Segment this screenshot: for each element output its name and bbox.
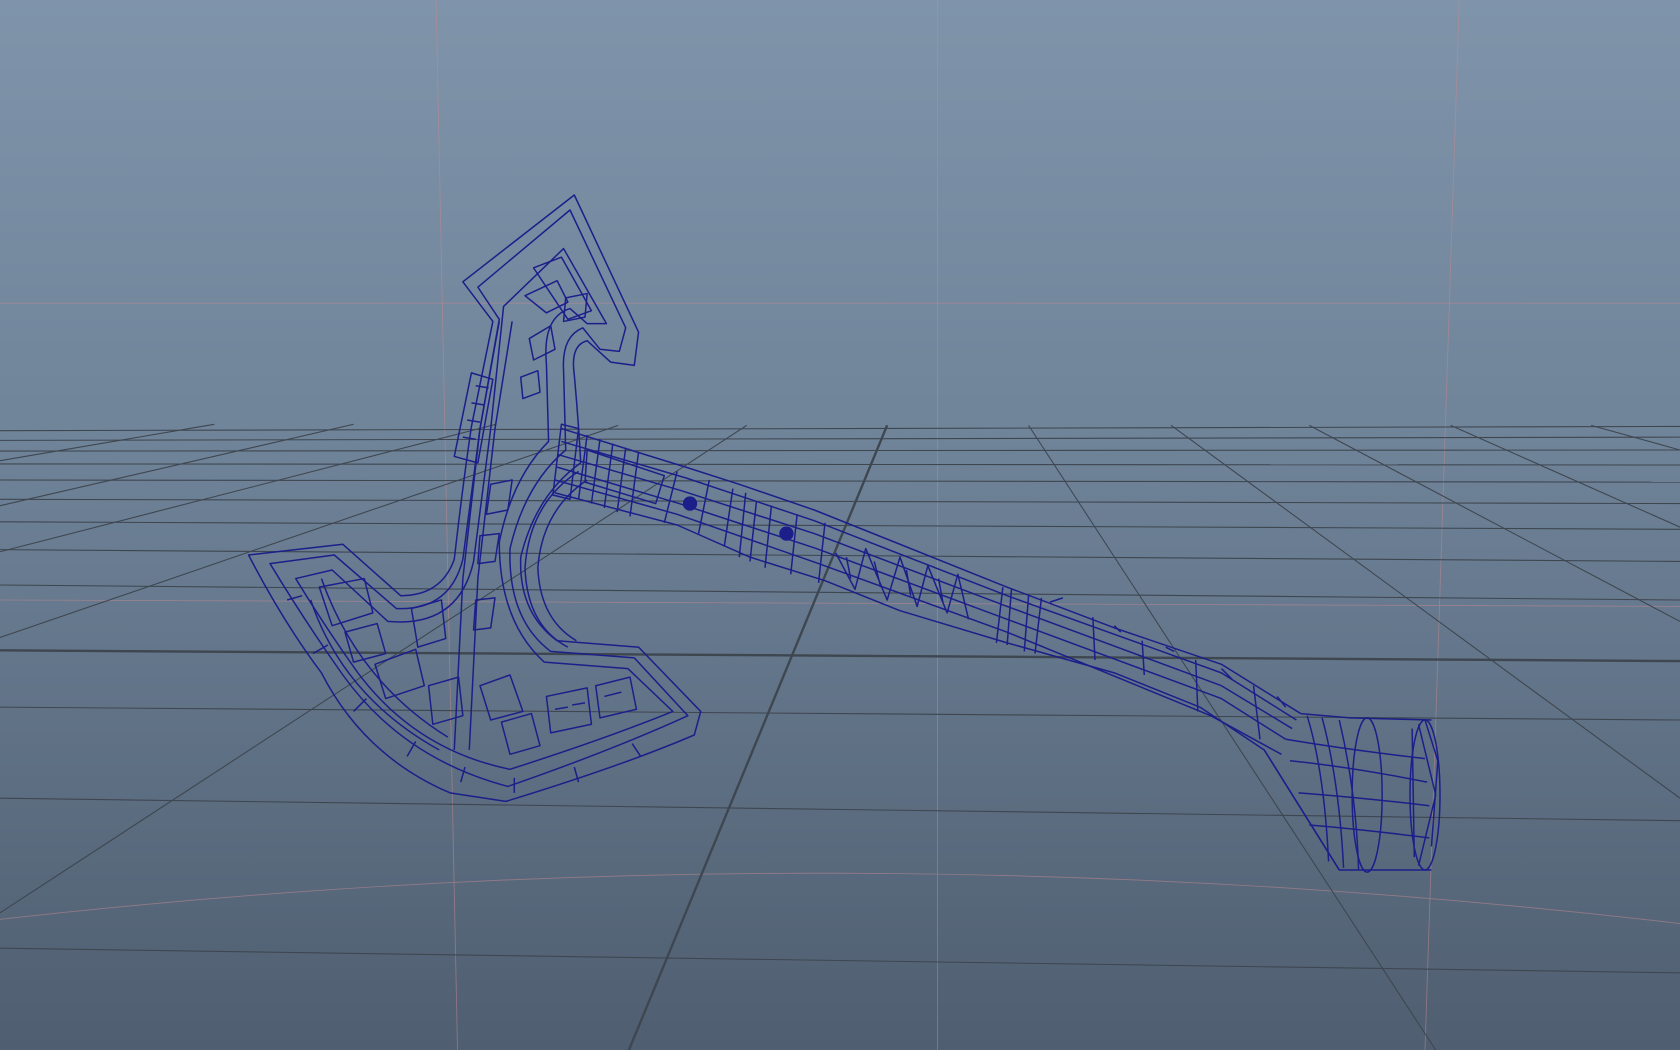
axe-handle-rivet (682, 496, 698, 511)
perspective-viewport[interactable] (0, 0, 1680, 1050)
viewport-canvas[interactable] (0, 0, 1680, 1050)
axe-handle-rivet (779, 526, 794, 541)
